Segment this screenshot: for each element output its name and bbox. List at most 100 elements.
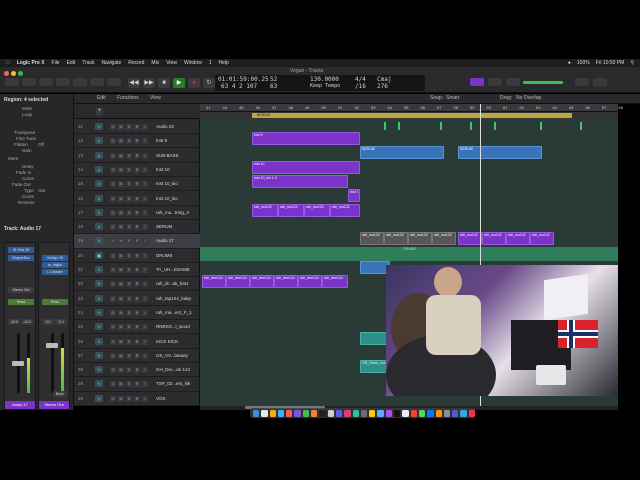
dock-app-icon[interactable] [369, 409, 376, 417]
channel-name[interactable]: Audio 17 [5, 401, 35, 409]
region-fade-type-value[interactable]: Out [38, 188, 45, 193]
mute-button[interactable]: M [118, 281, 124, 288]
dock-app-icon[interactable] [302, 409, 310, 417]
dock-app-icon[interactable] [385, 409, 393, 417]
region-kick[interactable] [360, 332, 388, 345]
record-enable-button[interactable]: R [134, 138, 140, 145]
dock-app-icon[interactable] [286, 409, 293, 417]
waveform-icon[interactable]: ∿ [95, 394, 103, 402]
region-audio17-2[interactable]: rah_mu122 [384, 232, 408, 245]
region-hat-1[interactable]: rah_drm124 [202, 275, 226, 288]
track-row[interactable]: 15 ♫ ⏻ M S R I Inst 10_kio [74, 177, 200, 192]
solo-button[interactable]: S [126, 395, 132, 402]
power-button[interactable]: ⏻ [110, 195, 116, 202]
region-param-mute[interactable]: Mute [22, 106, 32, 111]
track-row[interactable]: 27 ∿ ⏻ M S R I OS_VV...beauty [74, 349, 200, 363]
record-enable-button[interactable]: R [134, 252, 140, 259]
stop-button[interactable]: ■ [158, 78, 170, 88]
region-param-loop[interactable]: Loop [22, 112, 32, 117]
plugin-slot-digital[interactable]: ta_digital [42, 262, 68, 268]
loop-browser-button[interactable] [575, 78, 589, 86]
track-inspector-header[interactable]: Track: Audio 17 [4, 226, 41, 232]
record-enable-button[interactable]: R [134, 209, 140, 216]
mixer-button[interactable] [90, 78, 104, 86]
power-button[interactable]: ⏻ [110, 352, 116, 359]
waveform-icon[interactable]: ∿ [95, 237, 103, 245]
keyboard-icon[interactable]: ♫ [95, 223, 103, 231]
region-param-delay[interactable]: Delay [22, 164, 34, 169]
solo-button[interactable]: S [126, 209, 132, 216]
channel-name[interactable]: Stereo Out [39, 401, 69, 409]
waveform-icon[interactable]: ∿ [95, 123, 103, 130]
region-gh-drum[interactable]: GH_Drum_Loo [360, 360, 388, 373]
power-button[interactable]: ⏻ [110, 138, 116, 145]
input-monitor-button[interactable]: I [142, 267, 148, 273]
track-row[interactable]: 25 ∿ ⏻ M S R I RNRSS...l_wood [74, 320, 200, 335]
track-name[interactable]: GH_Dru...de.124 [156, 367, 192, 372]
region-audio17-7[interactable]: rah_mu122 [506, 232, 530, 245]
waveform-icon[interactable]: ∿ [95, 308, 103, 316]
region-inst10-kio[interactable]: Inst 10_kio 1.0 [252, 175, 348, 188]
solo-button[interactable]: S [126, 195, 132, 202]
input-monitor-button[interactable]: I [142, 395, 148, 402]
mute-button[interactable]: M [118, 209, 124, 216]
region-drums-folder[interactable]: DRUMS [200, 247, 618, 261]
region-audio17-4[interactable]: rah_mu122 [432, 232, 456, 245]
region-param-transpose[interactable]: Transpose [14, 130, 35, 135]
drag-dropdown[interactable]: No Overlap [516, 95, 541, 101]
menu-track[interactable]: Track [82, 60, 94, 66]
input-monitor-button[interactable]: I [142, 238, 148, 245]
quick-help-button[interactable] [39, 78, 53, 86]
mute-button[interactable]: M [118, 124, 124, 130]
track-row[interactable]: 28 ∿ ⏻ M S R I GH_Dru...de.124 [74, 363, 200, 378]
editors-button[interactable] [107, 78, 121, 86]
snap-dropdown[interactable]: Smart [446, 95, 459, 101]
waveform-icon[interactable]: ∿ [95, 294, 103, 302]
region-param-gain[interactable]: Gain [22, 148, 32, 153]
track-name[interactable]: RNRSS...l_wood [156, 324, 192, 329]
power-button[interactable]: ⏻ [110, 209, 116, 216]
track-row[interactable]: 13 ♫ ⏻ M S R I SUB BASS [74, 149, 200, 163]
track-row[interactable]: 14 ♫ ⏻ M S R I Inst 10 [74, 163, 200, 178]
track-name[interactable]: TSP_02...em_kik [156, 381, 192, 386]
solo-button[interactable]: S [126, 252, 132, 259]
region-hat-2[interactable]: rah_drm124 [226, 275, 250, 288]
region-inst-small[interactable]: Inst 1 [348, 189, 360, 202]
record-enable-button[interactable]: R [134, 367, 140, 374]
track-row[interactable]: 23 ∿ ⏻ M S R Irah_tap124_bakp [74, 292, 200, 306]
plugin-slot-shaperbox[interactable]: ShaperBox [8, 255, 34, 261]
solo-button[interactable]: S [126, 309, 132, 316]
waveform-icon[interactable]: ∿ [95, 280, 103, 288]
solo-button[interactable]: S [126, 367, 132, 374]
power-button[interactable]: ⏻ [110, 238, 116, 245]
dock-app-icon[interactable] [277, 409, 285, 417]
record-enable-button[interactable]: R [134, 309, 140, 316]
mute-button[interactable]: M [118, 309, 124, 316]
menu-1[interactable]: 1 [209, 60, 212, 66]
region-hat-3[interactable]: rah_drm124 [250, 275, 274, 288]
region-param-fade-in[interactable]: Fade In [16, 170, 31, 175]
power-button[interactable]: ⏻ [110, 281, 116, 288]
mute-button[interactable]: M [118, 295, 124, 302]
region-rah-mu-1[interactable]: rah_mu122 [252, 204, 278, 217]
record-enable-button[interactable]: R [134, 267, 140, 273]
input-monitor-button[interactable]: I [142, 295, 148, 302]
keyboard-icon[interactable]: ♫ [95, 194, 103, 202]
wifi-icon[interactable]: ● [568, 60, 571, 66]
inspector-button[interactable] [22, 78, 36, 86]
region-param-fine-tune[interactable]: Fine Tune [16, 136, 36, 141]
power-button[interactable]: ⏻ [110, 338, 116, 345]
region-inst9[interactable]: Inst 9 [252, 132, 360, 145]
dock-app-icon[interactable] [435, 409, 442, 417]
toolbar-button[interactable] [56, 78, 70, 86]
plugin-slot-l1-master[interactable]: L1 Master [42, 269, 68, 275]
play-button[interactable]: ▶ [173, 78, 185, 88]
mute-button[interactable]: M [118, 195, 124, 202]
region-audio17-6[interactable]: rah_mu122 [482, 232, 506, 245]
menu-mix[interactable]: Mix [151, 60, 159, 66]
dock-app-icon[interactable] [452, 409, 459, 417]
input-monitor-button[interactable]: I [142, 166, 148, 173]
functions-menu[interactable]: Functions [117, 95, 139, 101]
track-name[interactable]: Audio 23 [156, 124, 192, 129]
region-rah-mu-2[interactable]: rah_mu122 [278, 204, 304, 217]
